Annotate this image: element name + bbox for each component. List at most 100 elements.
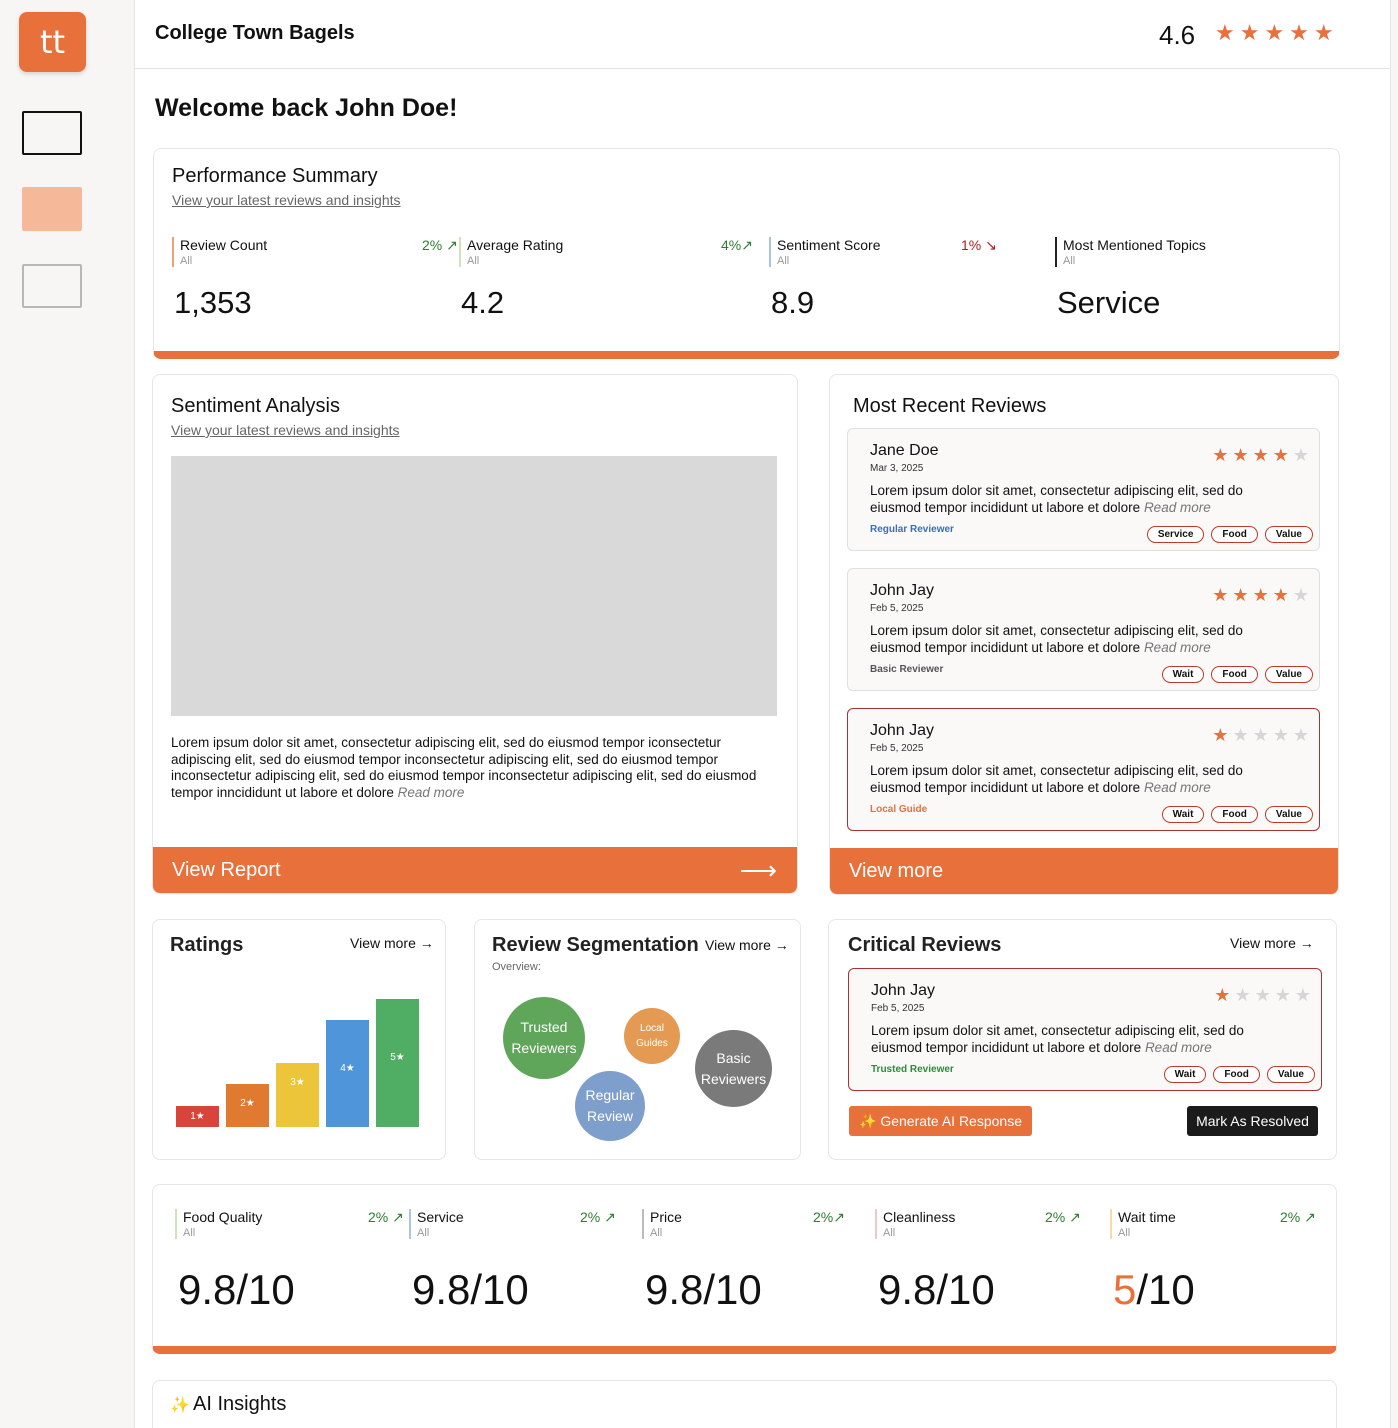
topic-chip[interactable]: Food: [1213, 1066, 1260, 1083]
reviewer-name: John Jay: [870, 582, 935, 599]
star-filled-icon: ★: [1232, 445, 1253, 465]
metric-accent-bar: [769, 237, 771, 267]
segment-bubble-2[interactable]: Local Guides: [624, 1008, 680, 1064]
topic-chip[interactable]: Wait: [1161, 666, 1205, 683]
app-logo[interactable]: tt: [19, 12, 86, 72]
topic-chips: Wait Food Value: [1161, 666, 1313, 683]
rating-bar-1[interactable]: 1★: [176, 1106, 219, 1127]
segment-bubble-1[interactable]: Trusted Reviewers: [503, 997, 585, 1079]
topic-chip[interactable]: Value: [1264, 526, 1313, 543]
rating-stars-icon: ★★★★★: [1212, 725, 1313, 746]
star-filled-icon: ★: [1252, 585, 1273, 605]
performance-summary-card: Performance Summary View your latest rev…: [153, 148, 1340, 359]
generate-ai-response-button[interactable]: ✨ Generate AI Response: [849, 1106, 1032, 1136]
metric-delta: 1% ↘: [961, 237, 997, 253]
star-filled-icon: ★: [1232, 585, 1253, 605]
score-accent-bar: [875, 1209, 877, 1239]
topic-chip[interactable]: Wait: [1163, 1066, 1207, 1083]
metric-1: Review Count All 2% ↗ 1,353: [172, 237, 458, 347]
view-more-reviews-button[interactable]: View more: [830, 848, 1338, 894]
score-label: Food Quality: [183, 1209, 263, 1225]
score-total: /10: [236, 1266, 295, 1313]
score-accent-bar: [642, 1209, 644, 1239]
read-more-link[interactable]: Read more: [1144, 500, 1211, 515]
critical-view-more-link[interactable]: View more →: [1230, 935, 1314, 951]
settings-nav-icon[interactable]: [22, 264, 82, 308]
review-card[interactable]: John Jay Feb 5, 2025 ★★★★★ Lorem ipsum dolo…: [848, 968, 1322, 1091]
topic-chip[interactable]: Value: [1266, 1066, 1315, 1083]
reviews-nav-icon[interactable]: [22, 187, 82, 231]
read-more-link[interactable]: Read more: [1144, 640, 1211, 655]
reviewer-tag: Local Guide: [870, 804, 928, 815]
topic-chip[interactable]: Service: [1146, 526, 1205, 543]
rating-bar-5[interactable]: 5★: [376, 999, 419, 1127]
read-more-link[interactable]: Read more: [1144, 780, 1211, 795]
read-more-link[interactable]: Read more: [1145, 1040, 1212, 1055]
metric-label: Most Mentioned Topics: [1063, 237, 1206, 253]
metric-accent-bar: [172, 237, 174, 267]
arrow-right-icon: ⟶: [739, 855, 777, 885]
score-label: Price: [650, 1209, 682, 1225]
performance-subtitle-link[interactable]: View your latest reviews and insights: [172, 192, 401, 208]
topic-chip[interactable]: Value: [1264, 806, 1313, 823]
ratings-card: Ratings View more → 1★ 2★ 3★ 4★ 5★: [152, 919, 446, 1160]
star-empty-icon: ★: [1292, 725, 1313, 745]
star-filled-icon: ★: [1214, 985, 1235, 1005]
sentiment-subtitle-link[interactable]: View your latest reviews and insights: [171, 422, 400, 438]
score-accent-bar: [175, 1209, 177, 1239]
score-value: 9.8/10: [645, 1266, 762, 1314]
review-segmentation-card: Review Segmentation View more → Overview…: [474, 919, 801, 1160]
mark-as-resolved-button[interactable]: Mark As Resolved: [1187, 1106, 1318, 1136]
metric-value: 8.9: [771, 285, 815, 320]
metric-delta: 4%↗: [721, 237, 753, 253]
segment-bubble-3[interactable]: Basic Reviewers: [695, 1030, 772, 1107]
segment-bubble-4[interactable]: Regular Review: [575, 1071, 645, 1141]
topic-chip[interactable]: Value: [1264, 666, 1313, 683]
main-panel: College Town Bagels 4.6 ★★★★★ Welcome ba…: [134, 0, 1391, 1428]
segmentation-overview-label: Overview:: [492, 961, 541, 973]
review-card[interactable]: John Jay Feb 5, 2025 ★★★★★ Lorem ipsum dolo…: [847, 568, 1320, 691]
score-total: /10: [470, 1266, 529, 1313]
rating-bar-2[interactable]: 2★: [226, 1084, 269, 1127]
metric-value: 1,353: [174, 285, 252, 320]
segmentation-view-more-link[interactable]: View more →: [705, 937, 789, 953]
sentiment-summary: Lorem ipsum dolor sit amet, consectetur …: [171, 735, 771, 801]
metric-label: Review Count: [180, 237, 268, 253]
star-empty-icon: ★: [1234, 985, 1255, 1005]
score-value: 5/10: [1113, 1266, 1195, 1314]
star-filled-icon: ★: [1212, 585, 1233, 605]
view-report-button[interactable]: View Report ⟶: [153, 847, 797, 893]
score-total: /10: [936, 1266, 995, 1313]
rating-bar-4[interactable]: 4★: [326, 1020, 369, 1127]
topic-chip[interactable]: Food: [1211, 526, 1258, 543]
review-text: Lorem ipsum dolor sit amet, consectetur …: [870, 763, 1290, 796]
metric-delta: 2% ↗: [422, 237, 458, 253]
topic-chip[interactable]: Food: [1211, 666, 1258, 683]
score-4: Cleanliness All 2% ↗ 9.8/10: [875, 1209, 1095, 1319]
performance-title: Performance Summary: [172, 165, 378, 187]
score-accent-bar: [409, 1209, 411, 1239]
score-1: Food Quality All 2% ↗ 9.8/10: [175, 1209, 404, 1319]
sentiment-read-more-link[interactable]: Read more: [398, 785, 465, 800]
star-filled-icon: ★: [1272, 585, 1293, 605]
view-more-label: View more: [849, 860, 944, 882]
review-text: Lorem ipsum dolor sit amet, consectetur …: [871, 1023, 1291, 1056]
topic-chip[interactable]: Wait: [1161, 806, 1205, 823]
review-card[interactable]: John Jay Feb 5, 2025 ★★★★★ Lorem ipsum dolo…: [847, 708, 1320, 831]
star-empty-icon: ★: [1252, 725, 1273, 745]
ratings-view-more-link[interactable]: View more →: [350, 935, 434, 951]
score-number: 9.8: [878, 1266, 937, 1313]
sidebar: tt: [0, 0, 134, 1428]
rating-stars-icon: ★★★★★: [1214, 985, 1315, 1006]
review-date: Feb 5, 2025: [870, 603, 924, 614]
topic-chips: Wait Food Value: [1161, 806, 1313, 823]
score-3: Price All 2%↗ 9.8/10: [642, 1209, 862, 1319]
dashboard-nav-icon[interactable]: [22, 111, 82, 155]
review-card[interactable]: Jane Doe Mar 3, 2025 ★★★★★ Lorem ipsum dolo…: [847, 428, 1320, 551]
welcome-heading: Welcome back John Doe!: [155, 94, 458, 122]
metric-filter: All: [180, 255, 193, 267]
topic-chip[interactable]: Food: [1211, 806, 1258, 823]
ratings-title: Ratings: [170, 934, 244, 956]
rating-bar-3[interactable]: 3★: [276, 1063, 319, 1127]
star-empty-icon: ★: [1274, 985, 1295, 1005]
